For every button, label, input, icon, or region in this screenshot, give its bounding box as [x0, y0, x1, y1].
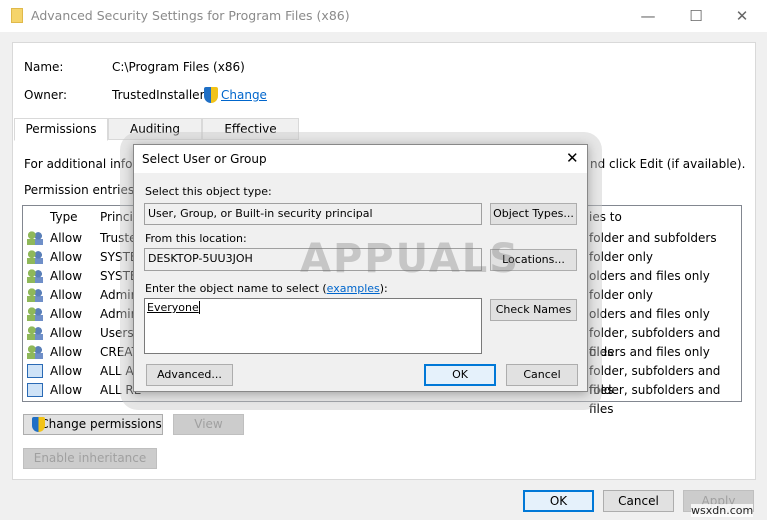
row-type: Allow [50, 269, 83, 283]
users-icon [27, 307, 43, 321]
shield-icon [32, 417, 45, 432]
location-label: From this location: [145, 232, 247, 245]
users-icon [27, 288, 43, 302]
users-icon [27, 345, 43, 359]
users-icon [27, 250, 43, 264]
row-type: Allow [50, 250, 83, 264]
appuals-watermark: APPUALS [300, 236, 521, 282]
ok-button[interactable]: OK [523, 490, 594, 512]
owner-value: TrustedInstaller [112, 88, 205, 102]
cancel-button[interactable]: Cancel [603, 490, 674, 512]
column-type[interactable]: Type [50, 210, 78, 224]
info-text-end: nd click Edit (if available). [590, 157, 746, 171]
change-permissions-button[interactable]: Change permissions [23, 414, 163, 435]
enable-inheritance-button[interactable]: Enable inheritance [23, 448, 157, 469]
row-type: Allow [50, 364, 83, 378]
users-icon [27, 231, 43, 245]
maximize-button[interactable]: ☐ [681, 4, 711, 28]
view-button[interactable]: View [173, 414, 244, 435]
object-name-value: Everyone [147, 301, 200, 314]
name-value: C:\Program Files (x86) [112, 60, 245, 74]
row-applies-to: folder, subfolders and files [589, 383, 721, 416]
check-names-button[interactable]: Check Names [490, 299, 577, 321]
change-permissions-label: Change permissions [40, 417, 162, 431]
window-title: Advanced Security Settings for Program F… [31, 8, 350, 23]
users-icon [27, 269, 43, 283]
folder-icon [11, 8, 23, 23]
row-applies-to: olders and files only [589, 307, 710, 321]
app-package-icon [27, 364, 43, 378]
row-type: Allow [50, 326, 83, 340]
row-type: Allow [50, 307, 83, 321]
change-owner-link[interactable]: Change [221, 88, 267, 102]
row-type: Allow [50, 345, 83, 359]
object-type-label: Select this object type: [145, 185, 272, 198]
row-applies-to: olders and files only [589, 269, 710, 283]
object-types-button[interactable]: Object Types... [490, 203, 577, 225]
row-applies-to: folder and subfolders [589, 231, 717, 245]
advanced-button[interactable]: Advanced... [146, 364, 233, 386]
users-icon [27, 326, 43, 340]
dialog-close-icon[interactable]: ✕ [566, 149, 579, 167]
owner-label: Owner: [24, 88, 68, 102]
object-type-field: User, Group, or Built-in security princi… [144, 203, 482, 225]
shield-icon [204, 87, 218, 103]
tab-permissions[interactable]: Permissions [14, 118, 108, 141]
object-name-input[interactable]: Everyone [144, 298, 482, 354]
dialog-ok-button[interactable]: OK [424, 364, 496, 386]
dialog-cancel-button[interactable]: Cancel [506, 364, 578, 386]
object-name-label-text: Enter the object name to select ( [145, 282, 327, 295]
close-button[interactable]: ✕ [727, 4, 757, 28]
name-label: Name: [24, 60, 64, 74]
examples-link[interactable]: examples [327, 282, 380, 295]
row-type: Allow [50, 383, 83, 397]
object-name-label: Enter the object name to select (example… [145, 282, 388, 295]
site-watermark: wsxdn.com [691, 504, 754, 517]
dialog-title: Select User or Group [142, 152, 267, 166]
row-type: Allow [50, 231, 83, 245]
row-type: Allow [50, 288, 83, 302]
minimize-button[interactable]: — [633, 4, 663, 28]
object-name-label-suffix: ): [379, 282, 388, 295]
app-package-icon [27, 383, 43, 397]
row-applies-to: olders and files only [589, 345, 710, 359]
